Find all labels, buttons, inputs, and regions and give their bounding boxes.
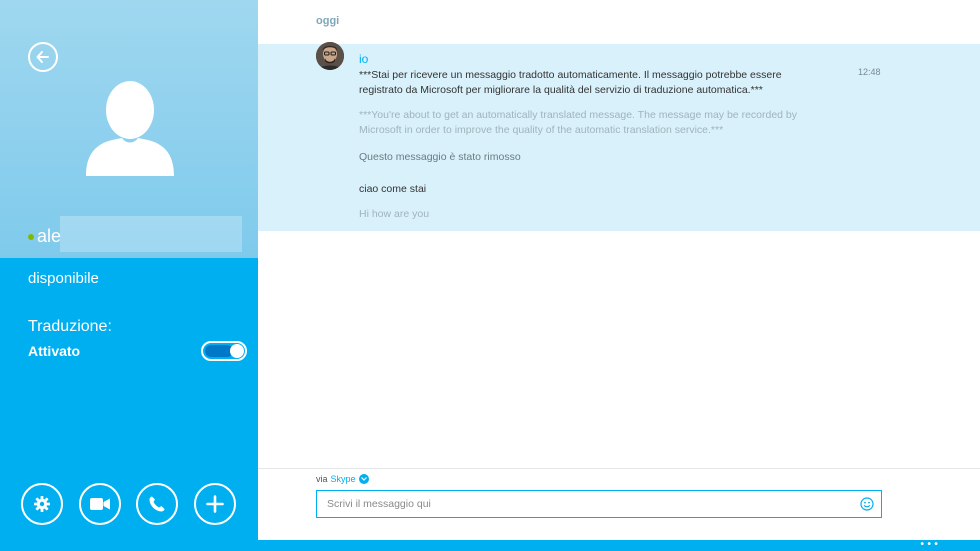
date-header: oggi	[316, 15, 340, 27]
phone-icon	[149, 496, 165, 512]
user-photo-icon	[316, 42, 344, 70]
via-selector: via Skype	[316, 474, 369, 484]
back-arrow-icon	[36, 51, 49, 63]
audio-call-button[interactable]	[136, 483, 178, 525]
translation-toggle[interactable]	[201, 341, 247, 361]
contact-name-row: ale	[28, 220, 242, 252]
via-chevron-button[interactable]	[358, 474, 369, 484]
plus-icon	[206, 495, 224, 513]
video-call-button[interactable]	[79, 483, 121, 525]
translation-state: Attivato	[28, 343, 81, 359]
toggle-knob	[230, 344, 244, 358]
message-input[interactable]	[325, 491, 845, 516]
translation-label: Traduzione:	[28, 318, 112, 335]
translated-message-text: Hi how are you	[359, 208, 430, 220]
sender-name: io	[359, 52, 369, 66]
settings-button[interactable]	[21, 483, 63, 525]
add-button[interactable]	[194, 483, 236, 525]
message-text: ciao come stai	[359, 183, 427, 195]
profile-header: ale	[0, 0, 258, 258]
back-button[interactable]	[28, 42, 58, 72]
emoticon-icon[interactable]	[860, 497, 874, 511]
compose-box	[316, 490, 882, 518]
message-text: ***Stai per ricevere un messaggio tradot…	[359, 69, 782, 96]
toggle-track	[205, 345, 233, 357]
contact-avatar	[86, 81, 174, 176]
app-bar: •••	[0, 540, 980, 551]
compose-divider	[258, 468, 980, 469]
via-label: via	[316, 474, 328, 484]
gear-icon	[34, 496, 50, 512]
removed-message-notice: Questo messaggio è stato rimosso	[359, 151, 521, 163]
presence-status: disponibile	[28, 270, 99, 287]
message-timestamp: 12:48	[858, 67, 881, 77]
presence-dot	[28, 234, 34, 240]
contact-sidebar: ale disponibile Traduzione: Attivato	[0, 0, 258, 540]
user-avatar[interactable]	[316, 42, 344, 70]
video-camera-icon	[90, 498, 110, 510]
more-options-button[interactable]: •••	[919, 540, 940, 550]
via-service-link[interactable]: Skype	[331, 474, 356, 484]
translated-message-text: ***You're about to get an automatically …	[359, 109, 798, 136]
chevron-down-icon	[360, 477, 367, 481]
contact-name: ale	[37, 225, 62, 246]
